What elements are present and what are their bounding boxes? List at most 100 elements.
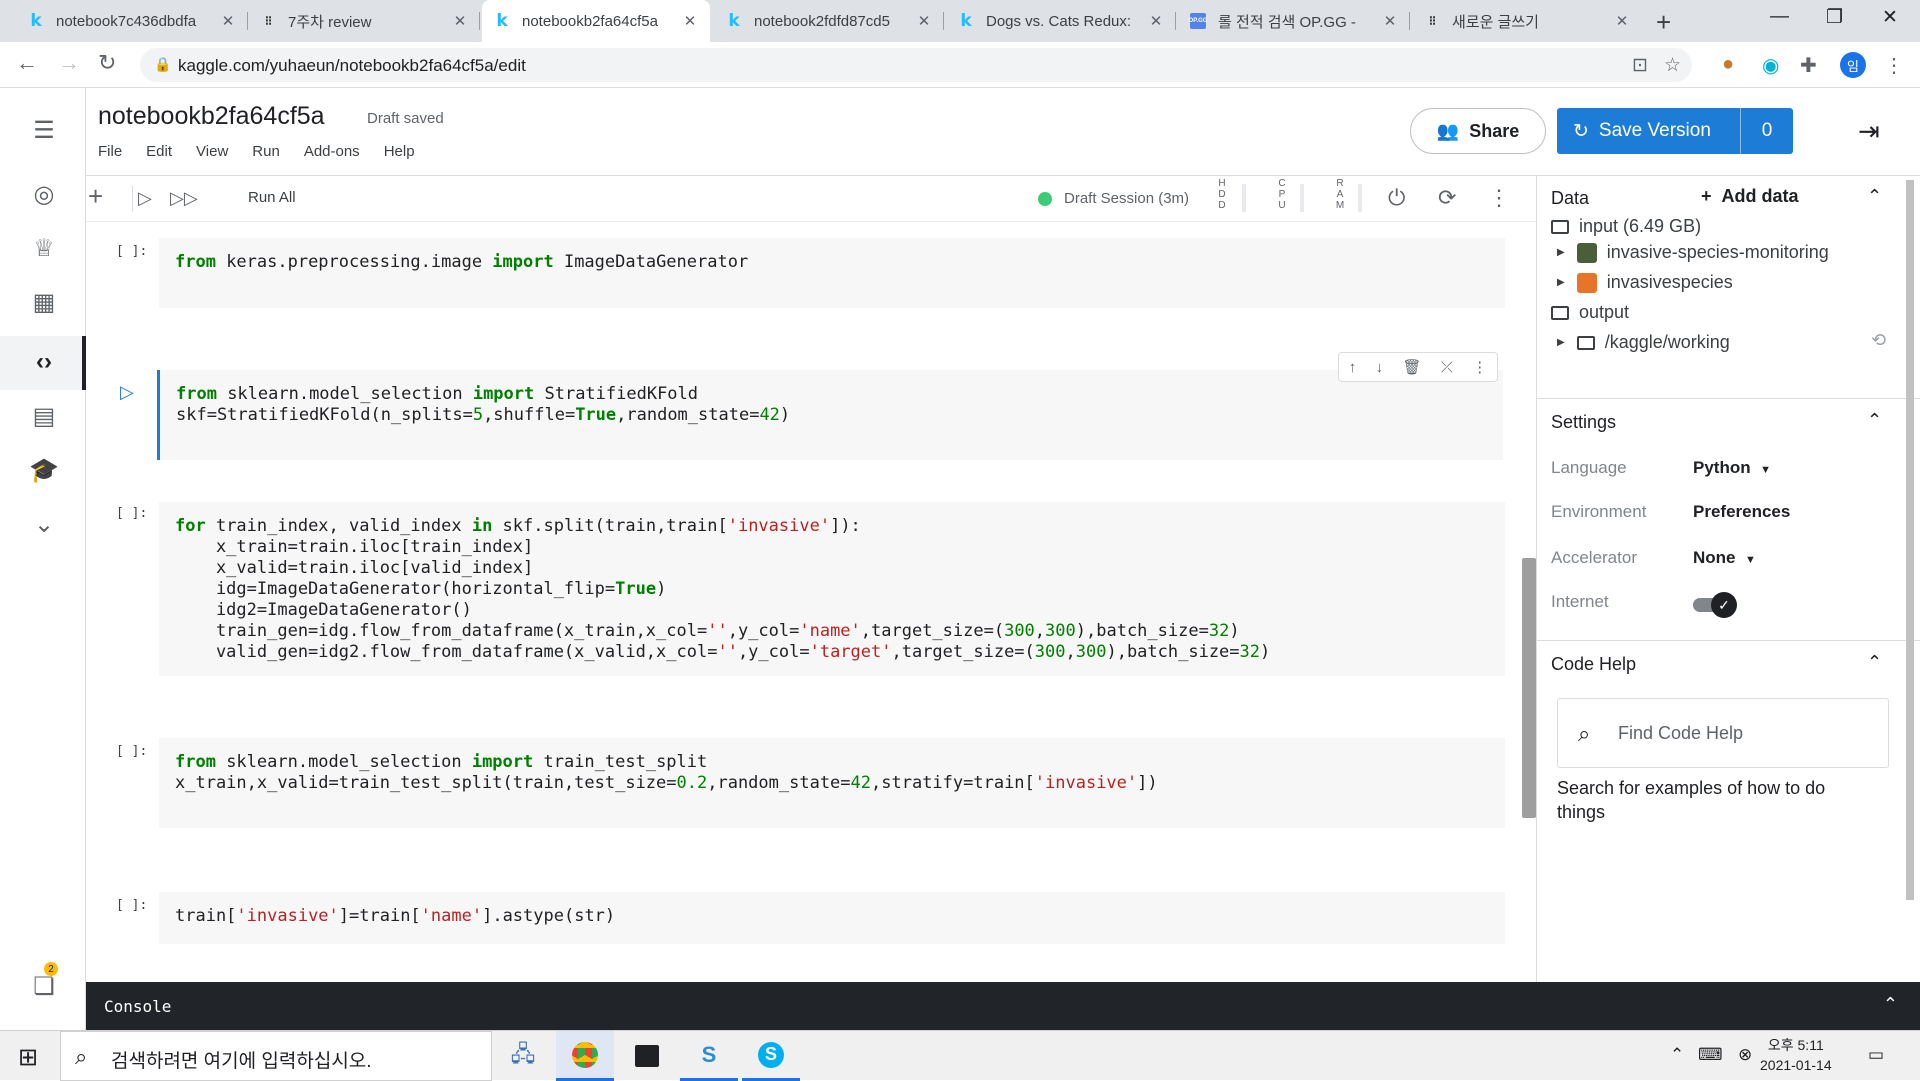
collapse-cell-icon[interactable]: ⤫ — [1441, 359, 1453, 376]
move-down-icon[interactable]: ↓ — [1376, 359, 1384, 376]
cell-code[interactable]: from sklearn.model_selection import trai… — [159, 738, 1505, 794]
code-cell[interactable]: for train_index, valid_index in skf.spli… — [159, 502, 1505, 676]
notifications-icon[interactable]: ❏ — [28, 972, 60, 1001]
hamburger-menu-icon[interactable]: ☰ — [28, 116, 60, 145]
cell-more-icon[interactable]: ⋮ — [1472, 358, 1487, 376]
save-version-button[interactable]: ↻ Save Version 0 — [1557, 108, 1793, 154]
volume-muted-icon[interactable]: ⊗ — [1738, 1045, 1752, 1065]
code-help-search[interactable]: ⌕ Find Code Help — [1557, 698, 1889, 768]
expand-arrow-icon[interactable]: ▶ — [1557, 247, 1565, 258]
dataset-item[interactable]: ▶ invasivespecies — [1557, 272, 1733, 293]
new-tab-button[interactable]: + — [1656, 7, 1671, 38]
browser-tab[interactable]: k notebook2fdfd87cd5 ✕ — [714, 0, 944, 42]
chevron-up-icon[interactable]: ⌃ — [1883, 994, 1898, 1015]
chevron-up-icon[interactable]: ⌃ — [1867, 186, 1882, 207]
close-icon[interactable]: ✕ — [452, 12, 468, 30]
reload-icon[interactable]: ↻ — [98, 50, 116, 76]
add-data-button[interactable]: + Add data — [1701, 186, 1799, 207]
back-icon[interactable]: ← — [16, 50, 38, 76]
refresh-output-icon[interactable]: ⟲ — [1871, 330, 1886, 351]
menu-edit[interactable]: Edit — [146, 143, 172, 160]
menu-run[interactable]: Run — [252, 143, 280, 160]
dataset-item[interactable]: ▶ invasive-species-monitoring — [1557, 242, 1829, 263]
cell-code[interactable]: from keras.preprocessing.image import Im… — [159, 238, 1505, 273]
session-status[interactable]: Draft Session (3m) — [1038, 190, 1189, 207]
code-cell[interactable]: from keras.preprocessing.image import Im… — [159, 238, 1505, 308]
run-cell-icon[interactable]: ▷ — [138, 188, 152, 209]
keyboard-icon[interactable]: ⌨ — [1698, 1045, 1723, 1065]
translate-icon[interactable]: ⊡ — [1632, 54, 1648, 77]
code-cell[interactable]: from sklearn.model_selection import trai… — [159, 738, 1505, 828]
windows-start-icon[interactable]: ⊞ — [18, 1043, 38, 1072]
chevron-up-icon[interactable]: ⌃ — [1867, 652, 1882, 673]
restore-icon[interactable]: ❐ — [1826, 6, 1843, 29]
taskbar-app-store[interactable] — [618, 1031, 676, 1081]
url-field[interactable]: 🔒 kaggle.com/yuhaeun/notebookb2fa64cf5a/… — [140, 48, 1692, 82]
browser-tab[interactable]: k notebook7c436dbdfa ✕ — [16, 0, 248, 42]
restart-icon[interactable]: ⟳ — [1438, 185, 1456, 211]
add-cell-icon[interactable]: + — [88, 181, 103, 212]
cell-code[interactable]: from sklearn.model_selection import Stra… — [160, 370, 1503, 426]
menu-view[interactable]: View — [196, 143, 228, 160]
close-icon[interactable]: ✕ — [1614, 12, 1630, 30]
browser-menu-icon[interactable]: ⋮ — [1884, 53, 1904, 78]
cookie-extension-icon[interactable]: ● — [1722, 53, 1734, 76]
output-folder[interactable]: output — [1551, 302, 1629, 323]
tray-chevron-up-icon[interactable]: ⌃ — [1670, 1045, 1684, 1065]
minimize-icon[interactable]: — — [1770, 6, 1789, 28]
puzzle-icon[interactable]: ✚ — [1800, 53, 1817, 78]
table-icon[interactable]: ▦ — [28, 288, 60, 317]
share-button[interactable]: 👥 Share — [1410, 108, 1546, 154]
browser-tab-active[interactable]: k notebookb2fa64cf5a ✕ — [482, 0, 710, 42]
power-icon[interactable]: ⏻ — [1388, 185, 1405, 211]
taskbar-app-skype[interactable]: S — [742, 1031, 800, 1081]
taskbar-app-skype-business[interactable]: S — [680, 1031, 738, 1081]
bookmark-star-icon[interactable]: ☆ — [1664, 54, 1681, 77]
extension-icon[interactable]: ◉ — [1762, 53, 1779, 78]
window-close-icon[interactable]: ✕ — [1882, 6, 1898, 29]
console-bar[interactable]: Console ⌃ — [86, 982, 1920, 1030]
close-icon[interactable]: ✕ — [220, 12, 236, 30]
taskbar-clock[interactable]: 오후 5:11 2021-01-14 — [1760, 1035, 1832, 1075]
cell-code[interactable]: train['invasive']=train['name'].astype(s… — [159, 892, 1505, 927]
close-icon[interactable]: ✕ — [1382, 12, 1398, 30]
discussion-icon[interactable]: ▤ — [28, 402, 60, 431]
run-cell-icon[interactable]: ▷ — [120, 382, 134, 403]
menu-help[interactable]: Help — [384, 143, 415, 160]
run-all-icon[interactable]: ▷▷ — [170, 188, 198, 209]
code-cell-active[interactable]: from sklearn.model_selection import Stra… — [157, 370, 1503, 460]
notification-center-icon[interactable]: ▭ — [1868, 1045, 1884, 1065]
version-count[interactable]: 0 — [1741, 120, 1793, 142]
profile-avatar[interactable]: 임 — [1840, 52, 1866, 78]
browser-tab[interactable]: ⁝⁝ 7주차 review ✕ — [248, 0, 480, 42]
save-version-label-wrap[interactable]: ↻ Save Version — [1557, 108, 1741, 154]
close-icon[interactable]: ✕ — [916, 12, 932, 30]
input-folder[interactable]: input (6.49 GB) — [1551, 216, 1701, 237]
code-cell[interactable]: train['invasive']=train['name'].astype(s… — [159, 892, 1505, 944]
more-vert-icon[interactable]: ⋮ — [1488, 185, 1510, 211]
courses-icon[interactable]: 🎓 — [28, 456, 60, 485]
output-path-item[interactable]: ▶ /kaggle/working — [1557, 332, 1730, 353]
taskbar-search[interactable]: ⌕ 검색하려면 여기에 입력하십시오. — [60, 1031, 492, 1081]
expand-arrow-icon[interactable]: ▶ — [1557, 337, 1565, 348]
expand-arrow-icon[interactable]: ▶ — [1557, 277, 1565, 288]
cell-code[interactable]: for train_index, valid_index in skf.spli… — [159, 502, 1505, 663]
language-select[interactable]: Python ▼ — [1693, 458, 1771, 478]
menu-file[interactable]: File — [98, 143, 122, 160]
notebook-title[interactable]: notebookb2fa64cf5a — [98, 102, 325, 131]
compass-icon[interactable]: ◎ — [28, 180, 60, 209]
preferences-link[interactable]: Preferences — [1693, 502, 1790, 522]
run-all-button[interactable]: Run All — [248, 189, 296, 206]
trophy-icon[interactable]: ♕ — [28, 234, 60, 263]
chevron-up-icon[interactable]: ⌃ — [1867, 410, 1882, 431]
code-icon[interactable]: ‹› — [28, 348, 60, 376]
browser-tab[interactable]: ⁝⁝ 새로운 글쓰기 ✕ — [1412, 0, 1642, 42]
browser-tab[interactable]: k Dogs vs. Cats Redux: ✕ — [946, 0, 1176, 42]
menu-addons[interactable]: Add-ons — [304, 143, 360, 160]
accelerator-select[interactable]: None ▼ — [1693, 548, 1756, 568]
taskbar-app-network[interactable]: 🖧 — [494, 1031, 552, 1081]
panel-scrollbar[interactable] — [1906, 180, 1914, 900]
forward-icon[interactable]: → — [58, 50, 80, 76]
taskbar-app-chrome[interactable] — [556, 1031, 614, 1081]
collapse-panel-icon[interactable]: ⇥ — [1858, 116, 1880, 147]
